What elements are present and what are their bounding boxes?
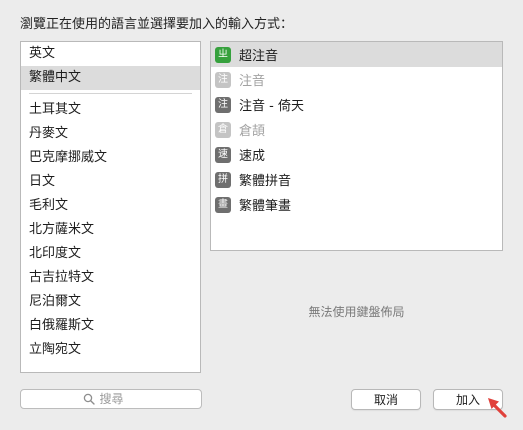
search-input[interactable] [99,392,140,406]
input-method-label: 速成 [239,149,266,164]
input-method-item[interactable]: 速速成 [211,142,502,167]
input-method-list[interactable]: ㄓ超注音注注音注注音 - 倚天倉倉頡速速成拼繁體拼音畫繁體筆畫 [210,41,503,251]
no-layout-message: 無法使用鍵盤佈局 [308,305,405,319]
stroke-icon: 畫 [215,196,231,213]
language-item[interactable]: 日文 [21,170,200,194]
language-item[interactable]: 毛利文 [21,194,200,218]
language-item[interactable]: 巴克摩挪威文 [21,146,200,170]
zhuyin-icon: 注 [215,71,231,88]
pinyin-icon: 拼 [215,171,231,188]
zhuyin-eten-icon: 注 [215,96,231,113]
sucheng-icon: 速 [215,146,231,163]
input-method-label: 倉頡 [239,124,266,139]
cangjie-icon: 倉 [215,121,231,138]
dialog-prompt: 瀏覽正在使用的語言並選擇要加入的輸入方式： [20,17,294,32]
language-item[interactable]: 英文 [21,42,200,66]
list-separator [21,90,200,98]
input-method-item[interactable]: 拼繁體拼音 [211,167,502,192]
language-item[interactable]: 尼泊爾文 [21,290,200,314]
bopomofo-green-icon: ㄓ [215,46,231,63]
language-item[interactable]: 白俄羅斯文 [21,314,200,338]
language-item[interactable]: 土耳其文 [21,98,200,122]
input-method-item[interactable]: 注注音 [211,67,502,92]
input-method-item[interactable]: 畫繁體筆畫 [211,192,502,217]
input-method-label: 繁體拼音 [239,174,292,189]
language-item[interactable]: 立陶宛文 [21,338,200,362]
input-method-label: 繁體筆畫 [239,199,292,214]
language-item[interactable]: 古吉拉特文 [21,266,200,290]
input-method-item[interactable]: 注注音 - 倚天 [211,92,502,117]
cancel-button[interactable]: 取消 [351,389,421,410]
input-method-item[interactable]: ㄓ超注音 [211,42,502,67]
search-icon [83,393,95,405]
language-item[interactable]: 北印度文 [21,242,200,266]
language-item[interactable]: 丹麥文 [21,122,200,146]
input-method-item[interactable]: 倉倉頡 [211,117,502,142]
search-field[interactable] [20,389,202,409]
input-method-label: 注音 - 倚天 [239,99,304,114]
language-item[interactable]: 繁體中文 [21,66,200,90]
input-method-label: 注音 [239,74,266,89]
language-item[interactable]: 北方薩米文 [21,218,200,242]
mouse-pointer-icon [488,398,507,418]
input-method-label: 超注音 [239,49,279,64]
language-list[interactable]: 英文 繁體中文土耳其文 丹麥文 巴克摩挪威文 日文 毛利文 北方薩米文 北印度文 古吉拉特文 尼泊… [20,41,201,373]
